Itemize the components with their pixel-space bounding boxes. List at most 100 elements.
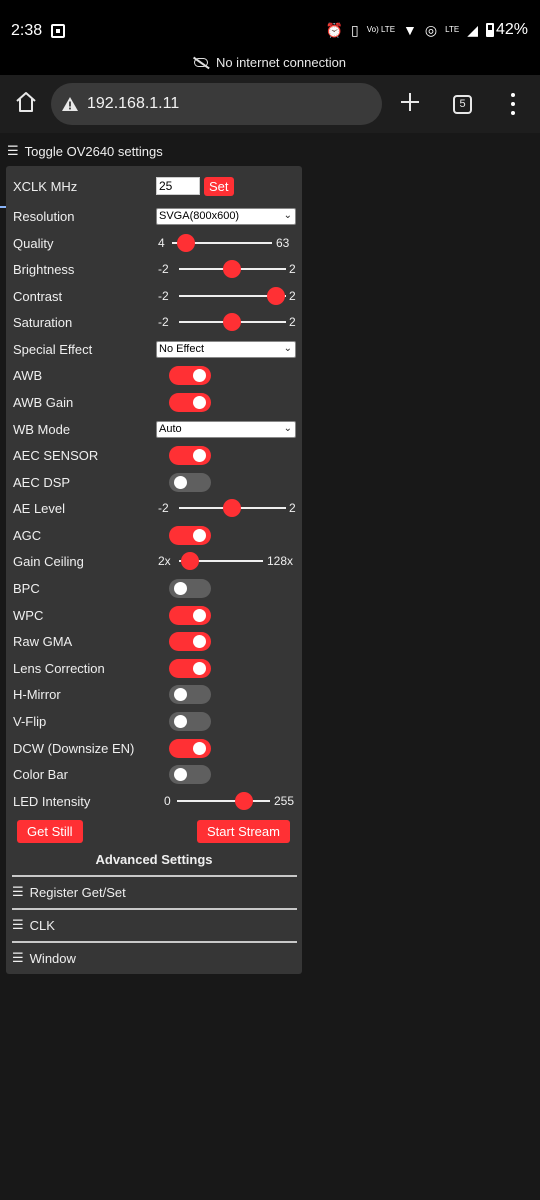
quality-min: 4 [158,236,165,250]
new-tab-icon[interactable] [400,91,420,113]
clk-label: CLK [29,917,55,933]
contrast-thumb[interactable] [267,287,285,305]
led-intensity-thumb[interactable] [235,792,253,810]
advanced-settings-heading: Advanced Settings [95,852,213,867]
toggle-knob [193,449,206,462]
offline-banner: No internet connection [0,50,540,75]
ae-level-thumb[interactable] [223,499,241,517]
v-flip-label: V-Flip [13,713,47,729]
tab-switcher-button[interactable]: 5 [453,95,472,114]
bpc-label: BPC [13,580,40,596]
toggle-knob [193,742,206,755]
awb-gain-toggle[interactable] [169,393,211,412]
agc-toggle[interactable] [169,526,211,545]
battery-percent: 42% [495,21,528,38]
v-flip-toggle[interactable] [169,712,211,731]
awb-toggle[interactable] [169,366,211,385]
aec-sensor-toggle[interactable] [169,446,211,465]
saturation-min: -2 [158,315,169,329]
awb-gain-label: AWB Gain [13,394,74,410]
wpc-toggle[interactable] [169,606,211,625]
toggle-settings-link[interactable]: ☰ Toggle OV2640 settings [7,143,163,159]
warning-icon[interactable] [61,96,79,112]
toggle-knob [174,768,187,781]
brightness-slider[interactable]: -2 2 [158,256,304,282]
wb-mode-select[interactable]: Auto ⌄ [156,420,296,438]
special-effect-label: Special Effect [13,341,93,357]
overflow-menu-icon[interactable] [509,93,517,115]
led-intensity-label: LED Intensity [13,793,91,809]
ae-level-label: AE Level [13,500,66,516]
hotspot-icon: ◎ [424,22,438,38]
menu-icon: ☰ [12,917,24,932]
brightness-label: Brightness [13,261,75,277]
quality-thumb[interactable] [177,234,195,252]
menu-icon: ☰ [12,884,24,899]
ae-level-max: 2 [289,501,296,515]
lens-correction-toggle[interactable] [169,659,211,678]
screenshot-icon [51,24,65,38]
offline-text: No internet connection [215,55,347,70]
status-icons: ⏰ ▯ Vo) LTE ▼ ◎ LTE ◢ 42% [326,19,528,41]
quality-label: Quality [13,235,54,251]
window-label: Window [29,950,76,966]
gain-ceiling-max: 128x [267,554,294,568]
ae-level-min: -2 [158,501,169,515]
gain-ceiling-thumb[interactable] [181,552,199,570]
ae-level-slider[interactable]: -2 2 [158,495,304,521]
toggle-settings-label: Toggle OV2640 settings [24,143,163,159]
h-mirror-toggle[interactable] [169,685,211,704]
resolution-select[interactable]: SVGA(800x600) ⌄ [156,207,296,225]
alarm-icon: ⏰ [325,22,343,38]
xclk-label: XCLK MHz [13,178,78,194]
brightness-thumb[interactable] [223,260,241,278]
toggle-knob [174,476,187,489]
brightness-max: 2 [289,262,296,276]
wpc-label: WPC [13,607,44,623]
browser-toolbar: 192.168.1.11 5 [0,75,540,208]
saturation-slider[interactable]: -2 2 [158,309,304,335]
divider [12,875,297,877]
divider [12,941,297,943]
cloud-off-icon [193,58,208,67]
quality-slider[interactable]: 4 63 [158,230,304,256]
special-effect-select[interactable]: No Effect ⌄ [156,340,296,358]
agc-label: AGC [13,527,42,543]
url-text[interactable]: 192.168.1.11 [87,95,179,113]
xclk-control: Set [156,173,234,199]
get-still-button[interactable]: Get Still [17,820,83,843]
window-toggle[interactable]: ☰ Window [12,950,76,966]
raw-gma-toggle[interactable] [169,632,211,651]
register-get-set-label: Register Get/Set [29,884,126,900]
network-type: LTE [445,25,460,34]
color-bar-toggle[interactable] [169,765,211,784]
battery-icon [485,23,494,37]
toggle-knob [193,609,206,622]
aec-dsp-toggle[interactable] [169,473,211,492]
address-bar[interactable]: 192.168.1.11 [51,83,382,125]
home-icon[interactable] [14,90,38,114]
contrast-min: -2 [158,289,169,303]
xclk-set-button[interactable]: Set [204,176,234,196]
led-intensity-min: 0 [164,794,171,808]
register-get-set-toggle[interactable]: ☰ Register Get/Set [12,884,126,900]
led-intensity-slider[interactable]: 0 255 [158,788,304,814]
toggle-knob [193,635,206,648]
status-bar: 2:38 ⏰ ▯ Vo) LTE ▼ ◎ LTE ◢ 42% [0,0,540,50]
contrast-slider[interactable]: -2 2 [158,283,304,309]
resolution-label: Resolution [13,208,75,224]
contrast-max: 2 [289,289,296,303]
gain-ceiling-slider[interactable]: 2x 128x [158,548,304,574]
toggle-knob [193,662,206,675]
dcw-toggle[interactable] [169,739,211,758]
clk-toggle[interactable]: ☰ CLK [12,917,55,933]
xclk-input[interactable] [156,177,200,195]
chevron-down-icon: ⌄ [283,422,292,434]
led-intensity-max: 255 [274,794,295,808]
bpc-toggle[interactable] [169,579,211,598]
volte-icon: Vo) LTE [366,25,396,34]
saturation-thumb[interactable] [223,313,241,331]
aec-sensor-label: AEC SENSOR [13,447,99,463]
gain-ceiling-min: 2x [158,554,171,568]
start-stream-button[interactable]: Start Stream [197,820,290,843]
